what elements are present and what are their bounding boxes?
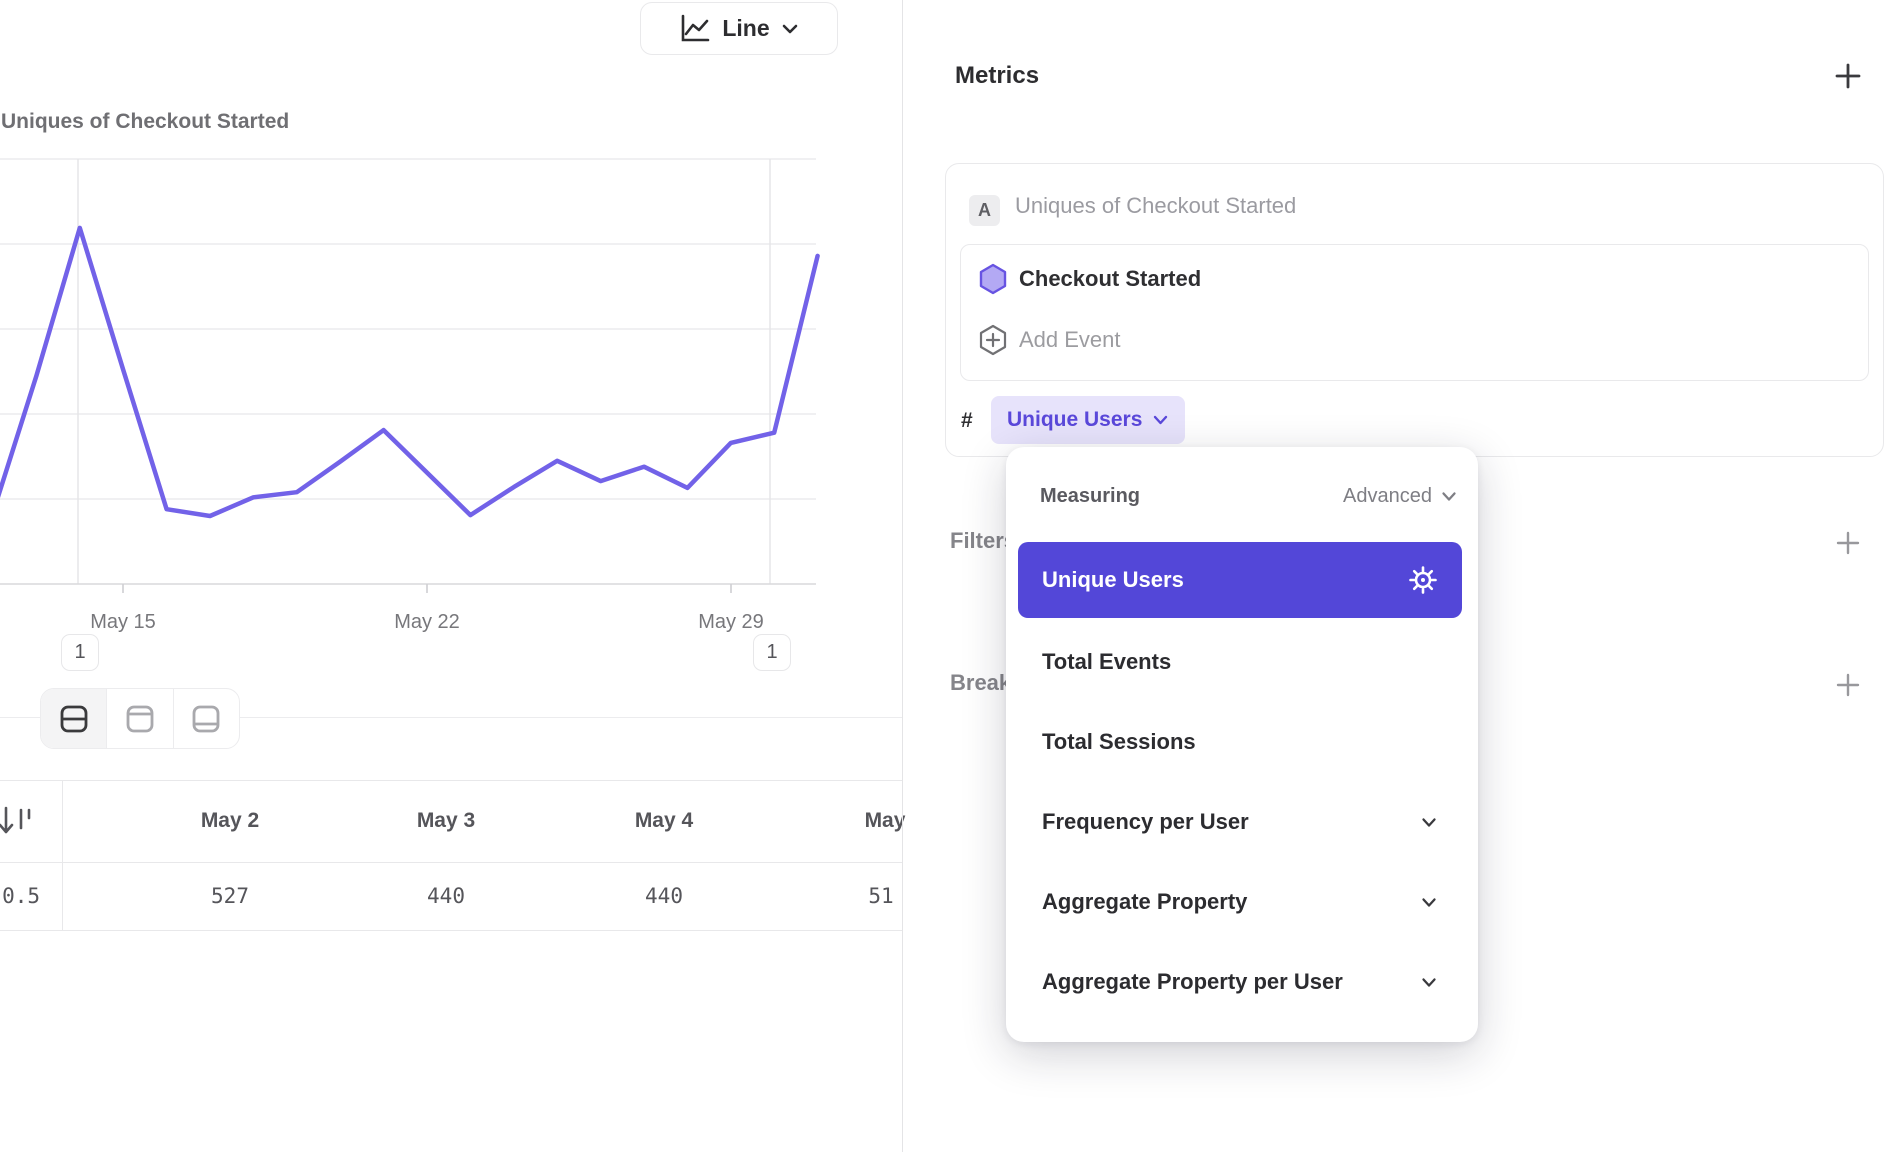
table-header-cell[interactable]: May 4 xyxy=(564,780,764,862)
menu-option-label: Unique Users xyxy=(1042,567,1184,593)
advanced-label: Advanced xyxy=(1343,485,1432,508)
x-tick-label: May 29 xyxy=(698,611,764,633)
menu-option-total-events[interactable]: Total Events xyxy=(1018,629,1462,695)
plus-icon xyxy=(1834,671,1862,699)
x-axis-ticks xyxy=(123,584,731,593)
table-header-cell[interactable]: May 3 xyxy=(346,780,546,862)
event-card: Checkout Started Add Event xyxy=(960,244,1869,381)
menu-option-total-sessions[interactable]: Total Sessions xyxy=(1018,709,1462,775)
annotation-lines xyxy=(78,159,770,584)
layout-toggle-group xyxy=(40,688,240,749)
table-cell: 440 xyxy=(564,862,764,930)
add-event-label[interactable]: Add Event xyxy=(1019,327,1121,353)
layout-split-icon xyxy=(58,703,90,735)
count-symbol: # xyxy=(961,409,973,433)
measuring-label: Measuring xyxy=(1040,485,1140,508)
gear-icon[interactable] xyxy=(1408,565,1438,595)
measure-value: Unique Users xyxy=(1007,408,1142,432)
menu-option-label: Total Events xyxy=(1042,649,1171,675)
table-border xyxy=(0,930,902,931)
add-event-icon[interactable] xyxy=(978,324,1008,356)
menu-option-label: Frequency per User xyxy=(1042,809,1249,835)
menu-option-label: Total Sessions xyxy=(1042,729,1196,755)
chevron-down-icon xyxy=(1420,976,1438,989)
series-letter-badge: A xyxy=(969,195,1000,226)
table-border xyxy=(62,780,63,930)
plus-icon xyxy=(1834,529,1862,557)
layout-chart-only-button[interactable] xyxy=(106,689,172,748)
add-filter-button[interactable] xyxy=(1832,527,1864,559)
x-tick-label: May 15 xyxy=(90,611,156,633)
panel-divider xyxy=(902,0,903,1152)
menu-option-aggregate-property-per-user[interactable]: Aggregate Property per User xyxy=(1018,949,1462,1015)
menu-option-label: Aggregate Property xyxy=(1042,889,1247,915)
chevron-down-icon xyxy=(1420,816,1438,829)
chart-type-label: Line xyxy=(722,15,769,42)
annotation-badge[interactable]: 1 xyxy=(61,634,99,671)
chevron-down-icon xyxy=(1152,414,1169,426)
chevron-down-icon xyxy=(780,22,800,36)
sort-descending-icon[interactable] xyxy=(0,802,36,842)
layout-top-icon xyxy=(124,703,156,735)
add-breakdown-button[interactable] xyxy=(1832,669,1864,701)
layout-split-button[interactable] xyxy=(41,689,106,748)
section-divider xyxy=(240,717,902,718)
chevron-down-icon xyxy=(1420,896,1438,909)
chart-line[interactable] xyxy=(0,228,818,516)
chart-gridlines xyxy=(0,159,816,499)
plus-icon xyxy=(1833,61,1863,91)
line-chart-icon xyxy=(678,12,712,46)
section-divider xyxy=(0,717,40,718)
measure-dropdown-trigger[interactable]: Unique Users xyxy=(991,396,1185,444)
menu-option-unique-users[interactable]: Unique Users xyxy=(1018,542,1462,618)
line-chart: May 15 May 22 May 29 xyxy=(0,140,902,640)
x-tick-label: May 22 xyxy=(394,611,460,633)
menu-option-aggregate-property[interactable]: Aggregate Property xyxy=(1018,869,1462,935)
event-hexagon-icon xyxy=(978,263,1008,295)
event-name[interactable]: Checkout Started xyxy=(1019,266,1201,292)
metric-card: A Uniques of Checkout Started Checkout S… xyxy=(945,163,1884,457)
table-cell-average: 0.5 xyxy=(0,862,40,930)
chart-panel: Line Uniques of Checkout Started xyxy=(0,0,902,1152)
add-metric-button[interactable] xyxy=(1832,60,1864,92)
layout-bottom-icon xyxy=(190,703,222,735)
chart-type-button[interactable]: Line xyxy=(640,2,838,55)
table-cell: 51 xyxy=(836,862,926,930)
layout-table-only-button[interactable] xyxy=(173,689,239,748)
x-tick-labels: May 15 May 22 May 29 xyxy=(90,611,764,633)
metrics-heading: Metrics xyxy=(955,62,1039,90)
advanced-toggle[interactable]: Advanced xyxy=(1343,485,1458,508)
table-cell: 527 xyxy=(130,862,330,930)
measuring-dropdown: Measuring Advanced Unique Users xyxy=(1006,447,1478,1042)
menu-option-frequency-per-user[interactable]: Frequency per User xyxy=(1018,789,1462,855)
table-header-cell[interactable]: May xyxy=(830,780,940,862)
chart-title: Uniques of Checkout Started xyxy=(1,110,289,134)
menu-option-label: Aggregate Property per User xyxy=(1042,969,1343,995)
table-cell: 440 xyxy=(346,862,546,930)
chevron-down-icon xyxy=(1440,490,1458,503)
metric-title[interactable]: Uniques of Checkout Started xyxy=(1015,193,1296,219)
annotation-badge[interactable]: 1 xyxy=(753,634,791,671)
table-header-cell[interactable]: May 2 xyxy=(130,780,330,862)
